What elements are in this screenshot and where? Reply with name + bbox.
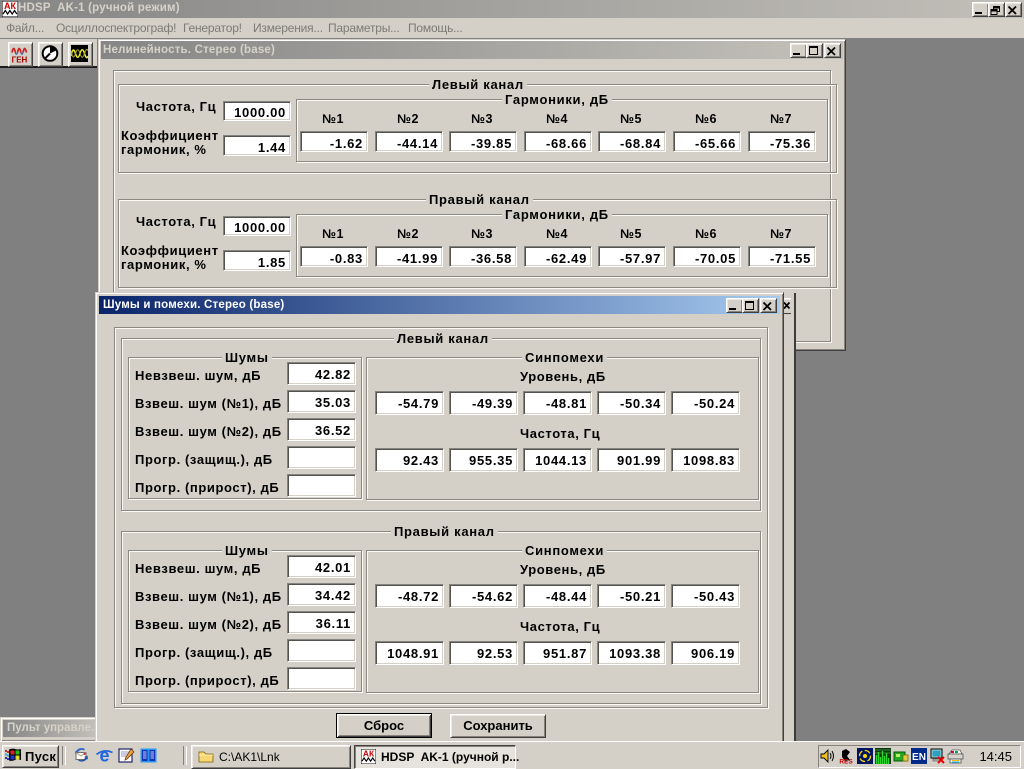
- svg-text:RES: RES: [839, 759, 853, 765]
- svg-text:АК: АК: [4, 1, 16, 11]
- svg-text:EN: EN: [912, 752, 926, 763]
- svg-text:e: e: [99, 747, 109, 764]
- svg-text:ГЕН: ГЕН: [12, 56, 28, 65]
- svg-text:АК: АК: [363, 749, 375, 759]
